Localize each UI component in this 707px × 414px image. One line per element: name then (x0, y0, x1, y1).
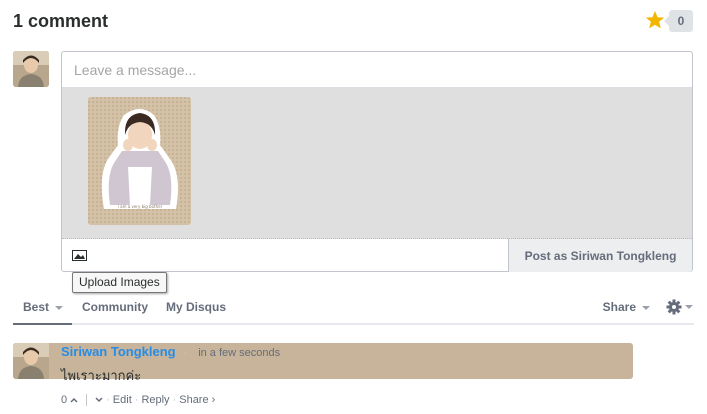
avatar[interactable] (13, 51, 49, 87)
favorite-count: 0 (664, 10, 693, 32)
post-header: Siriwan Tongkleng · in a few seconds (61, 343, 681, 361)
chevron-up-icon (70, 397, 78, 403)
comment-sort-nav: Best Community My Disqus Share (13, 289, 694, 325)
share-menu[interactable]: Share (603, 289, 650, 325)
tab-best-label: Best (23, 300, 50, 314)
image-upload-icon[interactable] (72, 250, 87, 261)
comment-actions: 0 · Edit · Reply · Share › (61, 394, 681, 406)
chevron-down-icon (95, 397, 103, 403)
upvote-button[interactable]: 0 (61, 394, 78, 406)
comment-text: ไพเราะมากค่ะ (61, 368, 142, 383)
vote-divider (86, 394, 88, 406)
edit-link[interactable]: Edit (113, 394, 132, 406)
bullet-separator: · (134, 394, 139, 406)
bullet-separator: · (183, 347, 187, 359)
share-label: Share (602, 300, 636, 314)
tab-best[interactable]: Best (13, 289, 72, 325)
reply-link[interactable]: Reply (141, 394, 169, 406)
media-preview-area: i am a very big bother (62, 88, 692, 239)
comment-composer: i am a very big bother Post as Siriwan T… (61, 51, 693, 272)
comment-timestamp[interactable]: in a few seconds (198, 347, 280, 359)
bullet-separator: · (172, 394, 177, 406)
tab-community[interactable]: Community (82, 289, 148, 325)
star-icon[interactable] (645, 10, 665, 30)
comments-header: 1 comment 0 (13, 10, 693, 34)
upvote-count: 0 (61, 394, 68, 406)
post-button[interactable]: Post as Siriwan Tongkleng (508, 239, 692, 272)
comment-post: Siriwan Tongkleng · in a few seconds ไพเ… (61, 343, 681, 406)
share-link[interactable]: Share › (179, 394, 215, 406)
gear-icon (666, 299, 693, 315)
chevron-down-icon (642, 305, 650, 310)
bullet-separator: · (106, 394, 110, 406)
message-input[interactable] (62, 52, 692, 88)
composer-footer: Post as Siriwan Tongkleng (62, 239, 692, 272)
uploaded-image-thumbnail[interactable]: i am a very big bother (88, 97, 191, 225)
comment-author-name[interactable]: Siriwan Tongkleng (61, 344, 176, 359)
chevron-down-icon (55, 305, 64, 310)
media-caption: i am a very big bother (118, 204, 163, 209)
settings-menu[interactable] (666, 299, 694, 315)
downvote-button[interactable] (95, 397, 103, 403)
tab-my-disqus[interactable]: My Disqus (166, 289, 226, 325)
comment-count: 1 comment (13, 11, 109, 31)
